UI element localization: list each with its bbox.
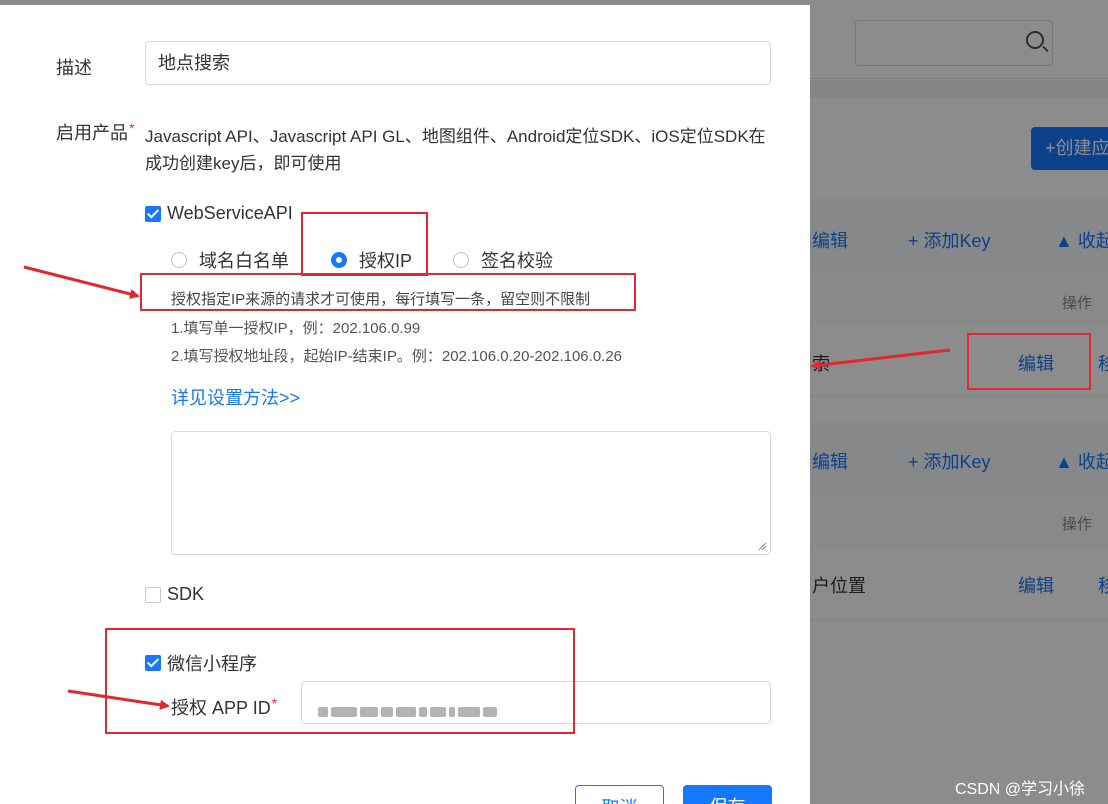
annotation-arrows [23, 265, 951, 710]
arrow-to-appid [67, 689, 170, 710]
watermark: CSDN @学习小徐 [955, 781, 1086, 798]
arrow-to-edit [810, 348, 951, 371]
arrow-to-ip-hint [23, 265, 140, 299]
